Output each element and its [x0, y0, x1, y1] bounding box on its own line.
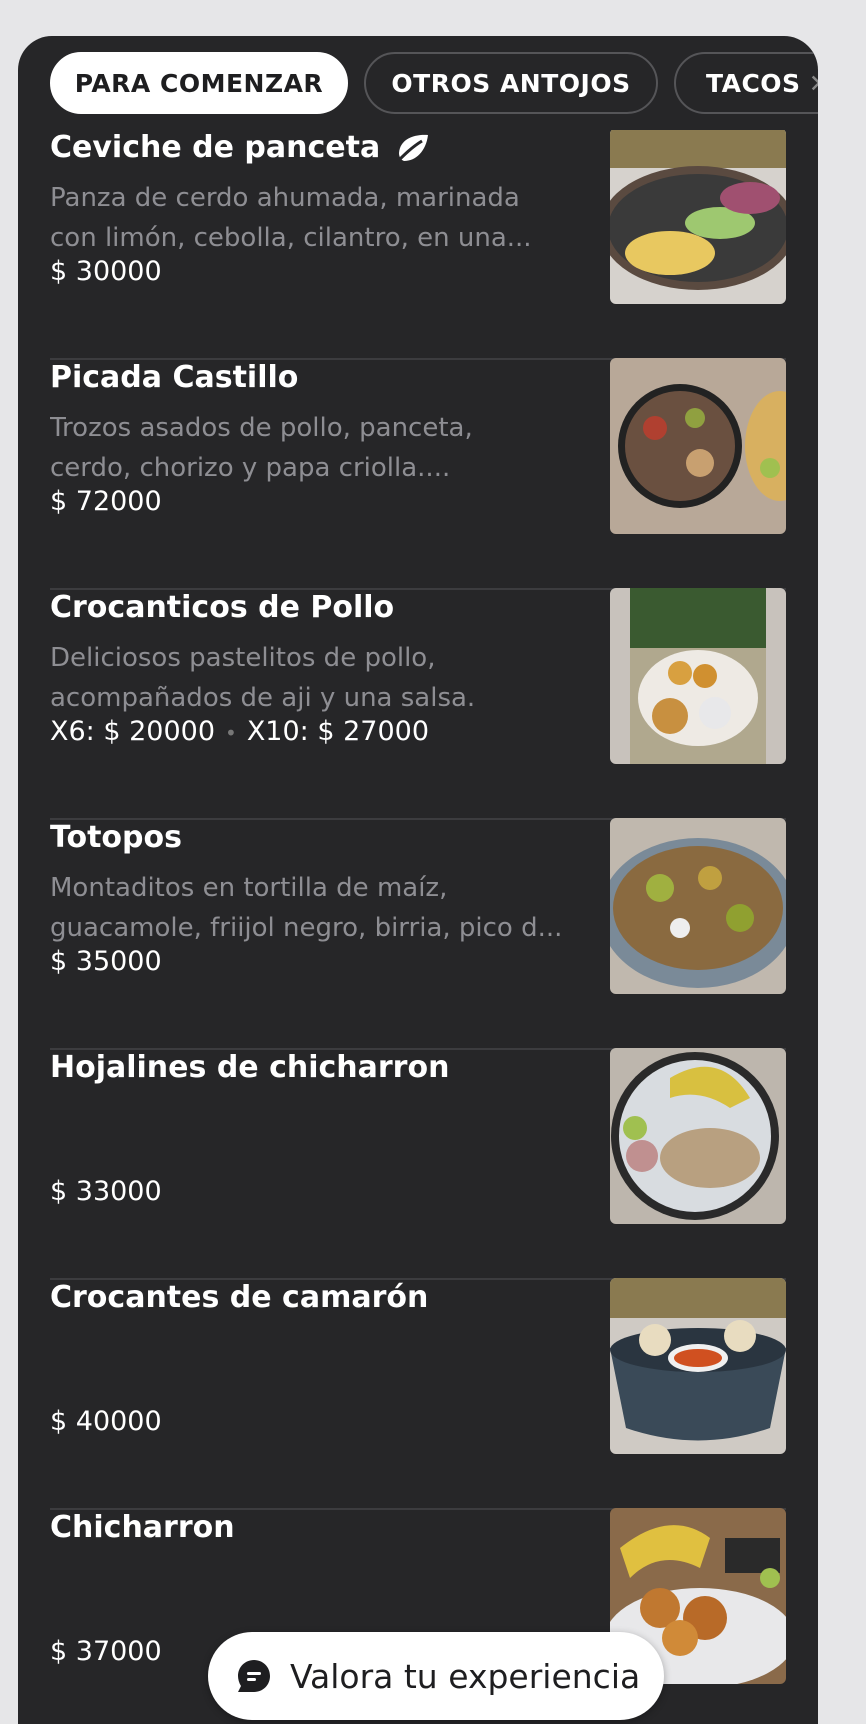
item-description: Panza de cerdo ahumada, marinada con limó… [50, 183, 532, 253]
item-title: Hojalines de chicharron [50, 1050, 450, 1085]
menu-item[interactable]: Ceviche de panceta Panza de cerdo ahumad… [50, 130, 786, 360]
item-photo [610, 358, 786, 534]
menu-panel: PARA COMENZAR OTROS ANTOJOS TACOS✕ Cevic… [18, 36, 818, 1724]
item-title: Totopos [50, 820, 182, 855]
item-title: Crocanticos de Pollo [50, 590, 395, 625]
item-price: $ 37000 [50, 1636, 162, 1667]
item-photo [610, 588, 786, 764]
item-photo [610, 130, 786, 304]
item-price: $ 30000 [50, 256, 162, 287]
menu-item[interactable]: Crocantes de camarón $ 40000 [50, 1278, 786, 1510]
item-title: Ceviche de panceta [50, 130, 430, 165]
chat-icon [238, 1660, 270, 1692]
rate-experience-button[interactable]: Valora tu experiencia [208, 1632, 664, 1720]
separator-dot: • [225, 721, 237, 745]
leaf-icon [395, 134, 429, 164]
item-price: X6: $ 20000 • X10: $ 27000 [50, 716, 429, 747]
tab-para-comenzar[interactable]: PARA COMENZAR [50, 52, 348, 114]
tab-otros-antojos[interactable]: OTROS ANTOJOS [364, 52, 658, 114]
item-description: Trozos asados de pollo, panceta, cerdo, c… [50, 413, 473, 483]
item-photo [610, 1278, 786, 1454]
item-price: $ 40000 [50, 1406, 162, 1437]
item-title: Chicharron [50, 1510, 235, 1545]
category-tabs: PARA COMENZAR OTROS ANTOJOS TACOS✕ [18, 52, 818, 118]
rate-experience-label: Valora tu experiencia [290, 1656, 641, 1696]
item-price: $ 35000 [50, 946, 162, 977]
menu-item[interactable]: Picada Castillo Trozos asados de pollo, … [50, 358, 786, 590]
item-description: Montaditos en tortilla de maíz, guacamole… [50, 873, 563, 943]
menu-item[interactable]: Crocanticos de Pollo Deliciosos pastelit… [50, 588, 786, 820]
item-title: Picada Castillo [50, 360, 299, 395]
menu-item[interactable]: Totopos Montaditos en tortilla de maíz, g… [50, 818, 786, 1050]
menu-item[interactable]: Hojalines de chicharron $ 33000 [50, 1048, 786, 1280]
menu-list[interactable]: Ceviche de panceta Panza de cerdo ahumad… [18, 130, 818, 1724]
item-photo [610, 818, 786, 994]
item-description: Deliciosos pastelitos de pollo, acompañad… [50, 643, 476, 713]
item-title: Crocantes de camarón [50, 1280, 429, 1315]
item-photo [610, 1048, 786, 1224]
item-price: $ 33000 [50, 1176, 162, 1207]
item-price: $ 72000 [50, 486, 162, 517]
close-icon: ✕ [809, 69, 818, 98]
tab-tacos[interactable]: TACOS✕ [674, 52, 818, 114]
